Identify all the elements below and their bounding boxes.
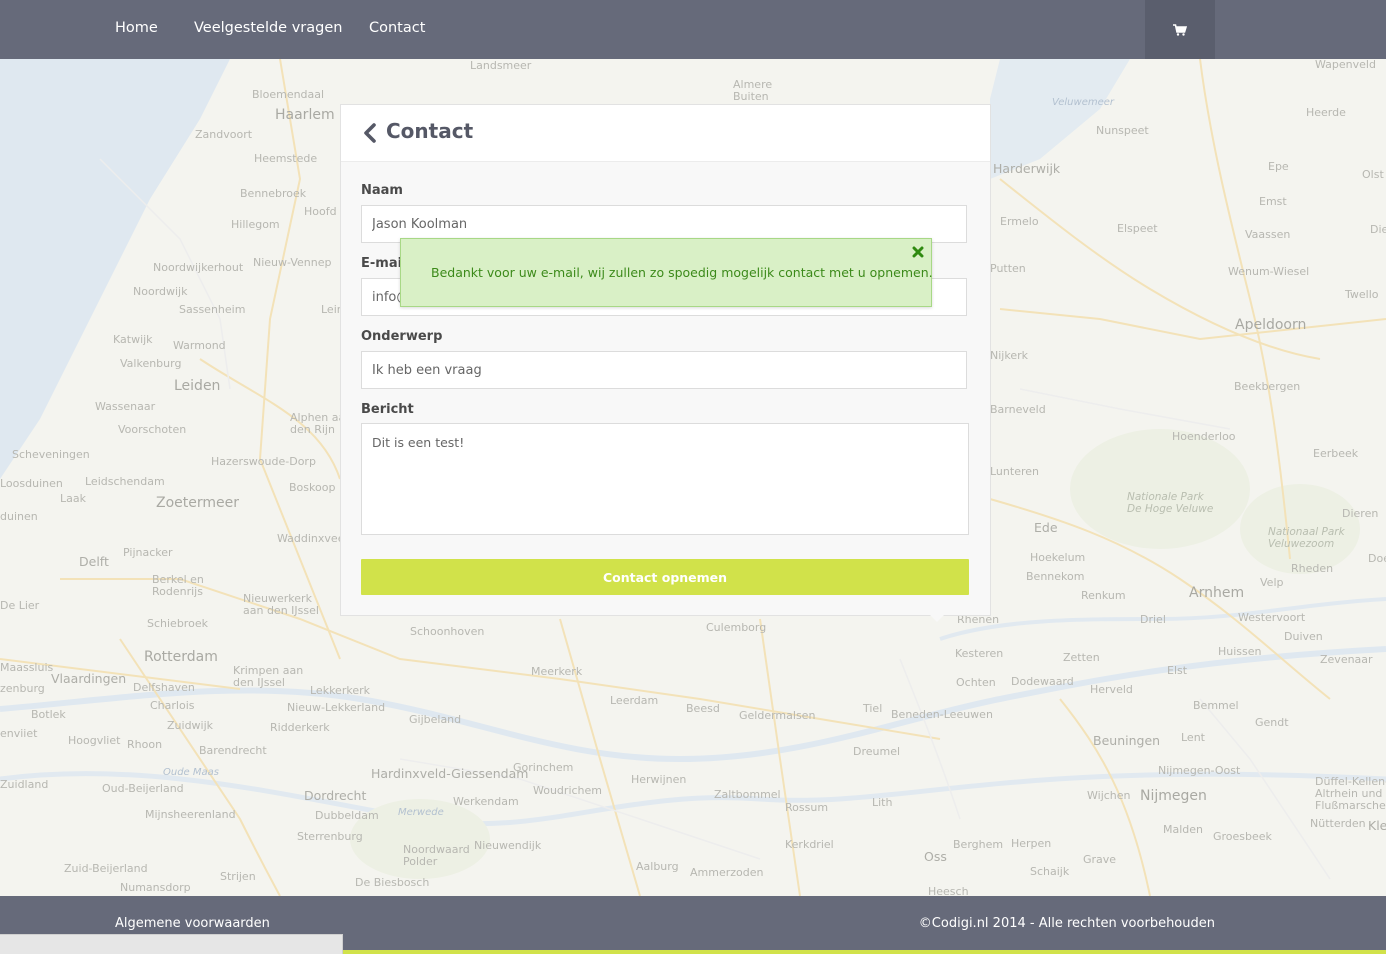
page-title: Contact [386,119,474,143]
terms-link[interactable]: Algemene voorwaarden [115,916,270,931]
shopping-cart-icon [1173,23,1187,36]
nav-item-contact[interactable]: Contact [369,0,425,59]
success-alert-message: Bedankt voor uw e-mail, wij zullen zo sp… [431,265,933,280]
contact-panel-header: Contact [341,105,990,162]
naam-label: Naam [361,183,403,198]
panel-pointer [929,614,945,622]
onderwerp-input[interactable] [361,351,967,389]
nav-item-faq[interactable]: Veelgestelde vragen [194,0,342,59]
cart-button[interactable] [1145,0,1215,59]
contact-submit-button[interactable]: Contact opnemen [361,559,969,595]
footer-accent-bar [343,950,1386,954]
bericht-label: Bericht [361,402,414,417]
chevron-left-icon[interactable] [362,123,378,143]
success-alert: Bedankt voor uw e-mail, wij zullen zo sp… [400,238,933,307]
onderwerp-label: Onderwerp [361,329,443,344]
bericht-textarea[interactable]: Dit is een test! [361,423,969,535]
nav-item-home[interactable]: Home [115,0,158,59]
contact-panel: Contact Naam E-mail Onderwerp Bericht Di… [340,104,991,622]
top-navigation: Home Veelgestelde vragen Contact [0,0,1386,59]
close-icon[interactable] [911,245,925,259]
footer-tab [0,934,343,954]
footer: Algemene voorwaarden ©Codigi.nl 2014 - A… [0,896,1386,954]
copyright-text: ©Codigi.nl 2014 - Alle rechten voorbehou… [918,916,1215,931]
